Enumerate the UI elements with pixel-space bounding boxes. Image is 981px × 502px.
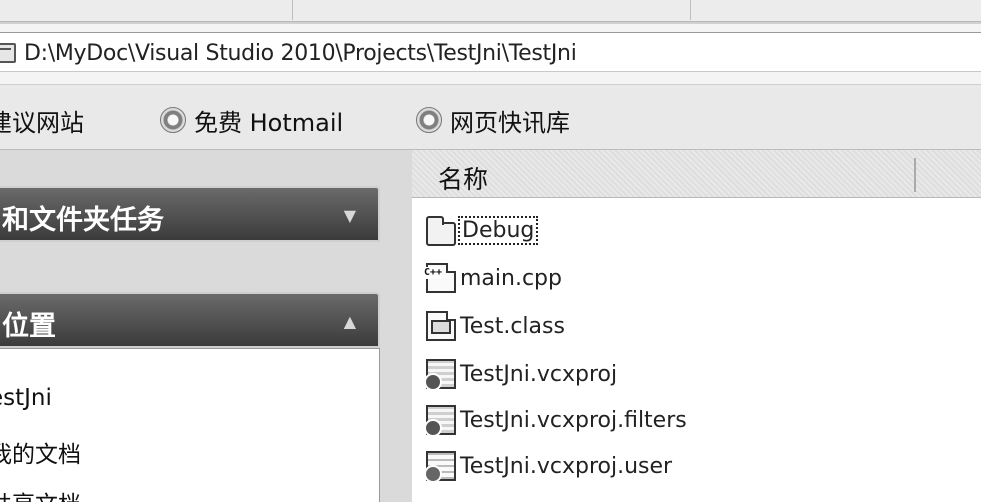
file-name: TestJni.vcxproj <box>460 361 618 387</box>
task-pane: 和文件夹任务 ▼ 位置 ▲ estJni 我的文档 共享文档 <box>0 150 412 502</box>
file-name: TestJni.vcxproj.user <box>460 453 673 479</box>
ie-page-icon <box>416 107 442 133</box>
link-label: 免费 Hotmail <box>194 108 344 137</box>
link-free-hotmail[interactable]: 免费 Hotmail <box>160 105 344 137</box>
panel-title: 位置 <box>2 311 56 342</box>
other-places-list: estJni 我的文档 共享文档 <box>0 348 380 502</box>
other-places-header[interactable]: 位置 ▲ <box>0 292 380 348</box>
file-folder-tasks-header[interactable]: 和文件夹任务 ▼ <box>0 186 380 242</box>
place-item-shared-documents[interactable]: 共享文档 <box>0 485 81 502</box>
column-header: 名称 <box>412 150 981 198</box>
address-path[interactable]: D:\MyDoc\Visual Studio 2010\Projects\Tes… <box>24 41 577 66</box>
chevron-down-icon[interactable]: ▼ <box>344 206 356 225</box>
folder-window-icon <box>0 43 16 63</box>
list-item[interactable]: TestJni.vcxproj <box>424 354 618 394</box>
link-web-slice-gallery[interactable]: 网页快讯库 <box>416 105 570 137</box>
panel-title: 和文件夹任务 <box>2 205 164 236</box>
place-item-my-documents[interactable]: 我的文档 <box>0 435 81 469</box>
chevron-up-icon[interactable]: ▲ <box>344 312 356 331</box>
vcxproj-file-icon <box>424 359 456 391</box>
list-item[interactable]: Test.class <box>426 306 565 346</box>
menu-separator <box>690 0 691 20</box>
column-header-name[interactable]: 名称 <box>438 160 488 196</box>
ie-page-icon <box>160 107 186 133</box>
menu-bar <box>0 0 981 22</box>
folder-icon <box>426 216 456 246</box>
links-bar: 建议网站 免费 Hotmail 网页快讯库 <box>0 84 981 150</box>
file-name: Debug <box>457 215 539 245</box>
file-name: main.cpp <box>460 265 562 291</box>
address-field[interactable]: D:\MyDoc\Visual Studio 2010\Projects\Tes… <box>0 32 981 72</box>
vcxproj-user-icon <box>424 451 456 483</box>
column-divider[interactable] <box>914 158 916 192</box>
link-label: 网页快讯库 <box>450 108 570 137</box>
list-item[interactable]: TestJni.vcxproj.filters <box>424 400 687 440</box>
link-label: 建议网站 <box>0 108 84 137</box>
file-name: Test.class <box>460 313 565 339</box>
file-name: TestJni.vcxproj.filters <box>460 407 687 433</box>
address-bar: D:\MyDoc\Visual Studio 2010\Projects\Tes… <box>0 22 981 84</box>
file-list: 名称 Debug C++ main.cpp Test.class TestJni… <box>412 150 981 502</box>
vcxproj-filters-icon <box>424 405 456 437</box>
list-item[interactable]: C++ main.cpp <box>424 258 562 298</box>
class-file-icon <box>426 311 456 341</box>
link-suggested-sites[interactable]: 建议网站 <box>0 105 84 137</box>
list-item[interactable]: Debug <box>426 210 539 250</box>
list-item[interactable]: TestJni.vcxproj.user <box>424 446 673 486</box>
menu-separator <box>292 0 293 20</box>
place-item-testjni[interactable]: estJni <box>0 385 52 411</box>
cpp-file-icon: C++ <box>424 263 456 293</box>
